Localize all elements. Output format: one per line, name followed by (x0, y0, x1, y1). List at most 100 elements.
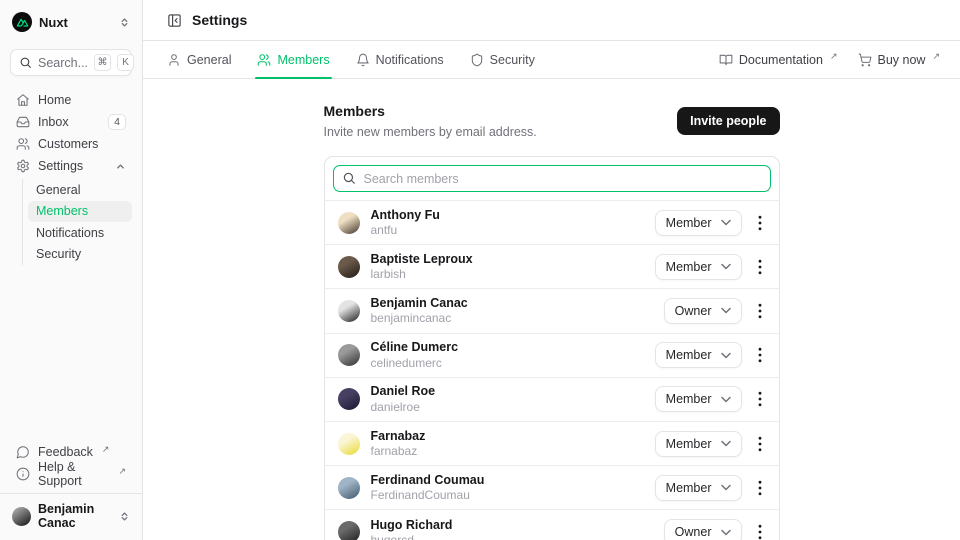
sidebar-item-home[interactable]: Home (10, 89, 132, 111)
tab-members[interactable]: Members (257, 41, 329, 78)
user-menu[interactable]: Benjamin Canac (10, 500, 132, 532)
role-select[interactable]: Owner (664, 519, 742, 540)
sidebar-search-button[interactable]: Search... ⌘ K (10, 49, 132, 76)
buy-now-link[interactable]: Buy now ↗ (858, 53, 941, 67)
member-avatar (338, 300, 360, 322)
member-avatar (338, 256, 360, 278)
kebab-menu-button[interactable] (755, 343, 765, 367)
role-select[interactable]: Member (655, 386, 742, 412)
sidebar: Nuxt Search... ⌘ K Home (0, 0, 143, 540)
sidebar-item-inbox[interactable]: Inbox 4 (10, 111, 132, 133)
sidebar-item-security[interactable]: Security (28, 244, 132, 266)
nuxt-logo-icon (12, 12, 32, 32)
member-row: Farnabaz farnabaz Member (325, 422, 779, 466)
member-avatar (338, 388, 360, 410)
sidebar-item-help-support[interactable]: Help & Support ↗ (10, 463, 132, 485)
chevron-up-icon (115, 161, 126, 172)
org-switcher[interactable]: Nuxt (10, 10, 132, 34)
sidebar-search-placeholder: Search... (38, 56, 88, 70)
kbd-k: K (117, 54, 134, 71)
gear-icon (16, 159, 30, 173)
main-area: Settings General Members (143, 0, 960, 540)
shopping-cart-icon (858, 53, 872, 67)
message-circle-icon (16, 445, 30, 459)
role-select[interactable]: Member (655, 254, 742, 280)
tab-general[interactable]: General (167, 41, 231, 78)
documentation-link[interactable]: Documentation ↗ (719, 53, 838, 67)
sidebar-item-customers[interactable]: Customers (10, 133, 132, 155)
external-link-icon: ↗ (830, 51, 838, 62)
member-row: Céline Dumerc celinedumerc Member (325, 334, 779, 378)
sidebar-item-settings[interactable]: Settings (10, 155, 132, 177)
members-card: Anthony Fu antfu Member (324, 156, 780, 540)
role-select[interactable]: Member (655, 475, 742, 501)
chevron-down-icon (721, 219, 731, 226)
external-link-icon: ↗ (102, 444, 110, 455)
tabbar-links: Documentation ↗ Buy now ↗ (719, 53, 940, 67)
member-row: Anthony Fu antfu Member (325, 201, 779, 245)
home-icon (16, 93, 30, 107)
kebab-menu-button[interactable] (755, 520, 765, 540)
members-list: Anthony Fu antfu Member (325, 201, 779, 540)
kebab-menu-button[interactable] (755, 476, 765, 500)
external-link-icon: ↗ (118, 466, 126, 477)
org-name: Nuxt (39, 15, 112, 30)
chevron-down-icon (721, 484, 731, 491)
role-select[interactable]: Owner (664, 298, 742, 324)
role-select[interactable]: Member (655, 342, 742, 368)
member-avatar (338, 433, 360, 455)
user-avatar (12, 507, 31, 526)
chevron-down-icon (721, 263, 731, 270)
kebab-menu-button[interactable] (755, 387, 765, 411)
tabbar: General Members Notifications (143, 41, 960, 79)
users-icon (16, 137, 30, 151)
settings-subnav: General Members Notifications Security (22, 179, 132, 265)
member-row: Hugo Richard hugorcd Owner (325, 510, 779, 540)
chevron-down-icon (721, 307, 731, 314)
chevron-down-icon (721, 440, 731, 447)
invite-people-button[interactable]: Invite people (677, 107, 779, 135)
sidebar-item-general[interactable]: General (28, 179, 132, 201)
content-header: Members Invite new members by email addr… (324, 103, 780, 139)
section-title: Members (324, 103, 537, 119)
member-avatar (338, 212, 360, 234)
bell-icon (356, 53, 370, 67)
tab-notifications[interactable]: Notifications (356, 41, 444, 78)
chevron-down-icon (721, 352, 731, 359)
kebab-menu-button[interactable] (755, 432, 765, 456)
kbd-cmd: ⌘ (94, 54, 111, 71)
collapse-sidebar-icon[interactable] (167, 13, 182, 28)
external-link-icon: ↗ (932, 51, 940, 62)
member-row: Baptiste Leproux larbish Member (325, 245, 779, 289)
sidebar-item-members[interactable]: Members (28, 201, 132, 223)
kebab-menu-button[interactable] (755, 255, 765, 279)
search-icon (342, 171, 356, 185)
kebab-menu-button[interactable] (755, 211, 765, 235)
role-select[interactable]: Member (655, 210, 742, 236)
content: Members Invite new members by email addr… (143, 79, 960, 540)
app-window: Nuxt Search... ⌘ K Home (0, 0, 960, 540)
topbar: Settings (143, 0, 960, 41)
user-icon (167, 53, 181, 67)
shield-icon (470, 53, 484, 67)
member-avatar (338, 521, 360, 540)
search-icon (19, 56, 32, 69)
chevron-down-icon (721, 529, 731, 536)
member-row: Daniel Roe danielroe Member (325, 378, 779, 422)
sidebar-nav: Home Inbox 4 Customers Settings (10, 89, 132, 265)
search-members-input[interactable] (333, 165, 771, 192)
tab-security[interactable]: Security (470, 41, 535, 78)
member-avatar (338, 344, 360, 366)
member-avatar (338, 477, 360, 499)
tabs: General Members Notifications (167, 41, 535, 78)
section-subtitle: Invite new members by email address. (324, 125, 537, 139)
page-title: Settings (192, 12, 247, 28)
users-icon (257, 53, 271, 67)
kebab-menu-button[interactable] (755, 299, 765, 323)
book-open-icon (719, 53, 733, 67)
inbox-icon (16, 115, 30, 129)
sidebar-footer: Feedback ↗ Help & Support ↗ Benjamin Can… (0, 441, 142, 540)
sidebar-item-notifications[interactable]: Notifications (28, 222, 132, 244)
member-row: Ferdinand Coumau FerdinandCoumau Member (325, 466, 779, 510)
role-select[interactable]: Member (655, 431, 742, 457)
